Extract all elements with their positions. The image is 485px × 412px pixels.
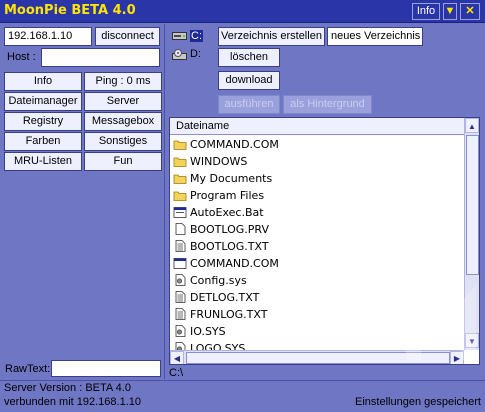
left-panel: 192.168.1.10 disconnect Host : Info Ping… — [0, 24, 165, 379]
disconnect-button[interactable]: disconnect — [95, 27, 160, 46]
nav-registry-button[interactable]: Registry — [4, 112, 82, 131]
settings-saved-text: Einstellungen gespeichert — [355, 396, 481, 408]
drive-item-c[interactable]: C: — [172, 29, 203, 44]
folder-icon — [173, 140, 187, 150]
server-version-text: Server Version : BETA 4.0 — [4, 382, 131, 394]
download-button[interactable]: download — [218, 71, 280, 90]
nav-sonstiges-button[interactable]: Sonstiges — [84, 132, 162, 151]
nav-farben-button[interactable]: Farben — [4, 132, 82, 151]
vertical-scroll-thumb[interactable] — [466, 135, 479, 275]
nav-server-button[interactable]: Server — [84, 92, 162, 111]
drive-label: D: — [190, 48, 201, 60]
nav-mru-listen-button[interactable]: MRU-Listen — [4, 152, 82, 171]
cd-drive-icon — [172, 49, 187, 60]
file-row[interactable]: Program Files — [170, 187, 464, 204]
host-label: Host : — [7, 51, 36, 63]
status-bar: Server Version : BETA 4.0 verbunden mit … — [0, 380, 485, 412]
file-icon — [175, 223, 186, 235]
execute-button[interactable]: ausführen — [218, 95, 280, 114]
folder-icon — [173, 174, 187, 184]
text-file-icon — [175, 291, 186, 303]
nav-dateimanager-button[interactable]: Dateimanager — [4, 92, 82, 111]
drive-list[interactable]: C: D: — [170, 27, 216, 113]
file-name: Config.sys — [190, 274, 247, 287]
nav-ping-button[interactable]: Ping : 0 ms — [84, 72, 162, 91]
title-bar: MoonPie BETA 4.0 Info ▼ ✕ — [0, 0, 485, 23]
file-row[interactable]: BOOTLOG.PRV — [170, 221, 464, 238]
scroll-up-icon[interactable]: ▲ — [465, 118, 479, 133]
file-name: WINDOWS — [190, 155, 248, 168]
text-file-icon — [175, 240, 186, 252]
scroll-left-icon[interactable]: ◀ — [170, 351, 184, 364]
file-name: My Documents — [190, 172, 273, 185]
batch-file-icon — [173, 207, 187, 218]
drive-item-d[interactable]: D: — [172, 47, 201, 62]
create-directory-button[interactable]: Verzeichnis erstellen — [218, 27, 325, 46]
window-title: MoonPie BETA 4.0 — [4, 3, 136, 18]
system-file-icon — [175, 274, 186, 286]
file-row[interactable]: COMMAND.COM — [170, 136, 464, 153]
info-button[interactable]: Info — [412, 3, 440, 20]
file-name: DETLOG.TXT — [190, 291, 260, 304]
app-file-icon — [173, 258, 187, 269]
file-name: AutoExec.Bat — [190, 206, 264, 219]
drive-label: C: — [190, 30, 203, 42]
current-path: C:\ — [169, 367, 184, 379]
rawtext-input[interactable] — [51, 360, 161, 377]
folder-icon — [173, 191, 187, 201]
minimize-icon[interactable]: ▼ — [443, 3, 457, 20]
column-header-filename[interactable]: Dateiname — [170, 118, 464, 135]
file-name: COMMAND.COM — [190, 138, 279, 151]
file-name: IO.SYS — [190, 325, 226, 338]
host-input[interactable] — [41, 48, 160, 67]
system-file-icon — [175, 325, 186, 337]
file-row[interactable]: AutoExec.Bat — [170, 204, 464, 221]
file-row[interactable]: My Documents — [170, 170, 464, 187]
close-icon[interactable]: ✕ — [460, 3, 480, 20]
new-directory-input[interactable]: neues Verzeichnis — [327, 27, 423, 46]
file-row[interactable]: WINDOWS — [170, 153, 464, 170]
file-row[interactable]: BOOTLOG.TXT — [170, 238, 464, 255]
connection-status-text: verbunden mit 192.168.1.10 — [4, 396, 141, 408]
moonpie-watermark-icon — [406, 285, 476, 360]
nav-info-button[interactable]: Info — [4, 72, 82, 91]
network-drive-icon — [172, 32, 187, 40]
rawtext-label: RawText: — [5, 363, 51, 375]
ip-input[interactable]: 192.168.1.10 — [4, 27, 92, 46]
set-background-button[interactable]: als Hintergrund — [283, 95, 372, 114]
folder-icon — [173, 157, 187, 167]
nav-messagebox-button[interactable]: Messagebox — [84, 112, 162, 131]
delete-button[interactable]: löschen — [218, 48, 280, 67]
file-name: FRUNLOG.TXT — [190, 308, 268, 321]
text-file-icon — [175, 308, 186, 320]
file-name: Program Files — [190, 189, 265, 202]
file-name: COMMAND.COM — [190, 257, 279, 270]
file-name: BOOTLOG.TXT — [190, 240, 269, 253]
file-name: BOOTLOG.PRV — [190, 223, 270, 236]
nav-fun-button[interactable]: Fun — [84, 152, 162, 171]
